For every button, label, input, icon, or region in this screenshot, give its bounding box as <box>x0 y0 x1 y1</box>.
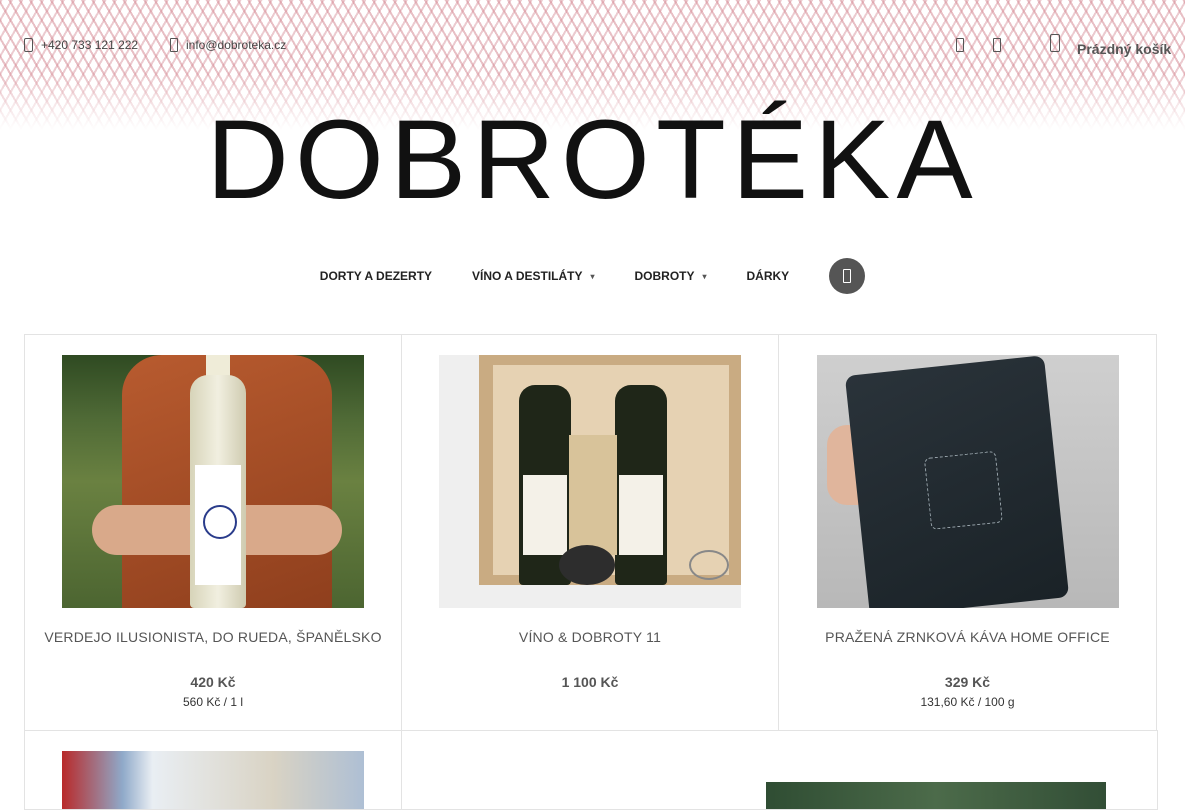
product-unit-price: 560 Kč / 1 l <box>182 695 244 709</box>
product-price: 329 Kč <box>944 674 991 690</box>
phone-number: +420 733 121 222 <box>41 38 139 52</box>
product-card[interactable] <box>24 730 402 810</box>
mail-icon <box>170 38 178 52</box>
site-logo[interactable]: DOBROTÉKA <box>0 104 1185 216</box>
logo-text: DOBROTÉKA <box>206 97 979 222</box>
nav-label: VÍNO A DESTILÁTY <box>472 269 583 283</box>
featured-card[interactable] <box>401 730 1158 810</box>
search-button[interactable] <box>829 258 866 294</box>
product-card[interactable]: PRAŽENÁ ZRNKOVÁ KÁVA HOME OFFICE 329 Kč … <box>778 334 1157 731</box>
product-name[interactable]: VERDEJO ILUSIONISTA, DO RUEDA, ŠPANĚLSKO <box>35 629 391 645</box>
product-name[interactable]: VÍNO & DOBROTY 11 <box>412 629 768 645</box>
main-nav: DORTY A DEZERTY VÍNO A DESTILÁTY ▾ DOBRO… <box>0 258 1185 294</box>
search-icon <box>843 269 852 283</box>
product-card[interactable]: VÍNO & DOBROTY 11 1 100 Kč <box>401 334 779 731</box>
nav-item-dorty[interactable]: DORTY A DEZERTY <box>320 269 432 283</box>
featured-image[interactable] <box>766 782 1106 809</box>
cart-icon[interactable] <box>1050 34 1060 52</box>
nav-item-darky[interactable]: DÁRKY <box>747 269 790 283</box>
email-address: info@dobroteka.cz <box>186 38 287 52</box>
chevron-down-icon: ▾ <box>590 271 595 281</box>
product-name[interactable]: PRAŽENÁ ZRNKOVÁ KÁVA HOME OFFICE <box>789 629 1146 645</box>
product-unit-price: 131,60 Kč / 100 g <box>920 695 1015 709</box>
product-price: 1 100 Kč <box>561 674 619 690</box>
product-price: 420 Kč <box>190 674 236 690</box>
product-image[interactable] <box>62 355 364 608</box>
cart-label[interactable]: Prázdný košík <box>1077 41 1171 57</box>
instagram-icon[interactable] <box>993 38 1001 52</box>
nav-label: DOBROTY <box>634 269 695 283</box>
email-contact[interactable]: info@dobroteka.cz <box>170 38 286 52</box>
product-grid: VERDEJO ILUSIONISTA, DO RUEDA, ŠPANĚLSKO… <box>24 334 1159 810</box>
nav-item-dobroty[interactable]: DOBROTY ▾ <box>635 269 707 283</box>
top-bar: +420 733 121 222 info@dobroteka.cz Prázd… <box>0 0 1185 90</box>
product-image[interactable] <box>62 751 364 809</box>
product-row <box>24 730 1159 810</box>
product-image[interactable] <box>439 355 741 608</box>
product-image[interactable] <box>816 355 1119 608</box>
nav-label: DORTY A DEZERTY <box>319 269 433 283</box>
chevron-down-icon: ▾ <box>702 271 707 281</box>
phone-contact[interactable]: +420 733 121 222 <box>24 38 138 52</box>
phone-icon <box>24 38 33 52</box>
product-card[interactable]: VERDEJO ILUSIONISTA, DO RUEDA, ŠPANĚLSKO… <box>24 334 402 731</box>
product-row: VERDEJO ILUSIONISTA, DO RUEDA, ŠPANĚLSKO… <box>24 334 1159 731</box>
nav-item-vino[interactable]: VÍNO A DESTILÁTY ▾ <box>472 269 594 283</box>
nav-label: DÁRKY <box>746 269 790 283</box>
facebook-icon[interactable] <box>956 38 964 52</box>
